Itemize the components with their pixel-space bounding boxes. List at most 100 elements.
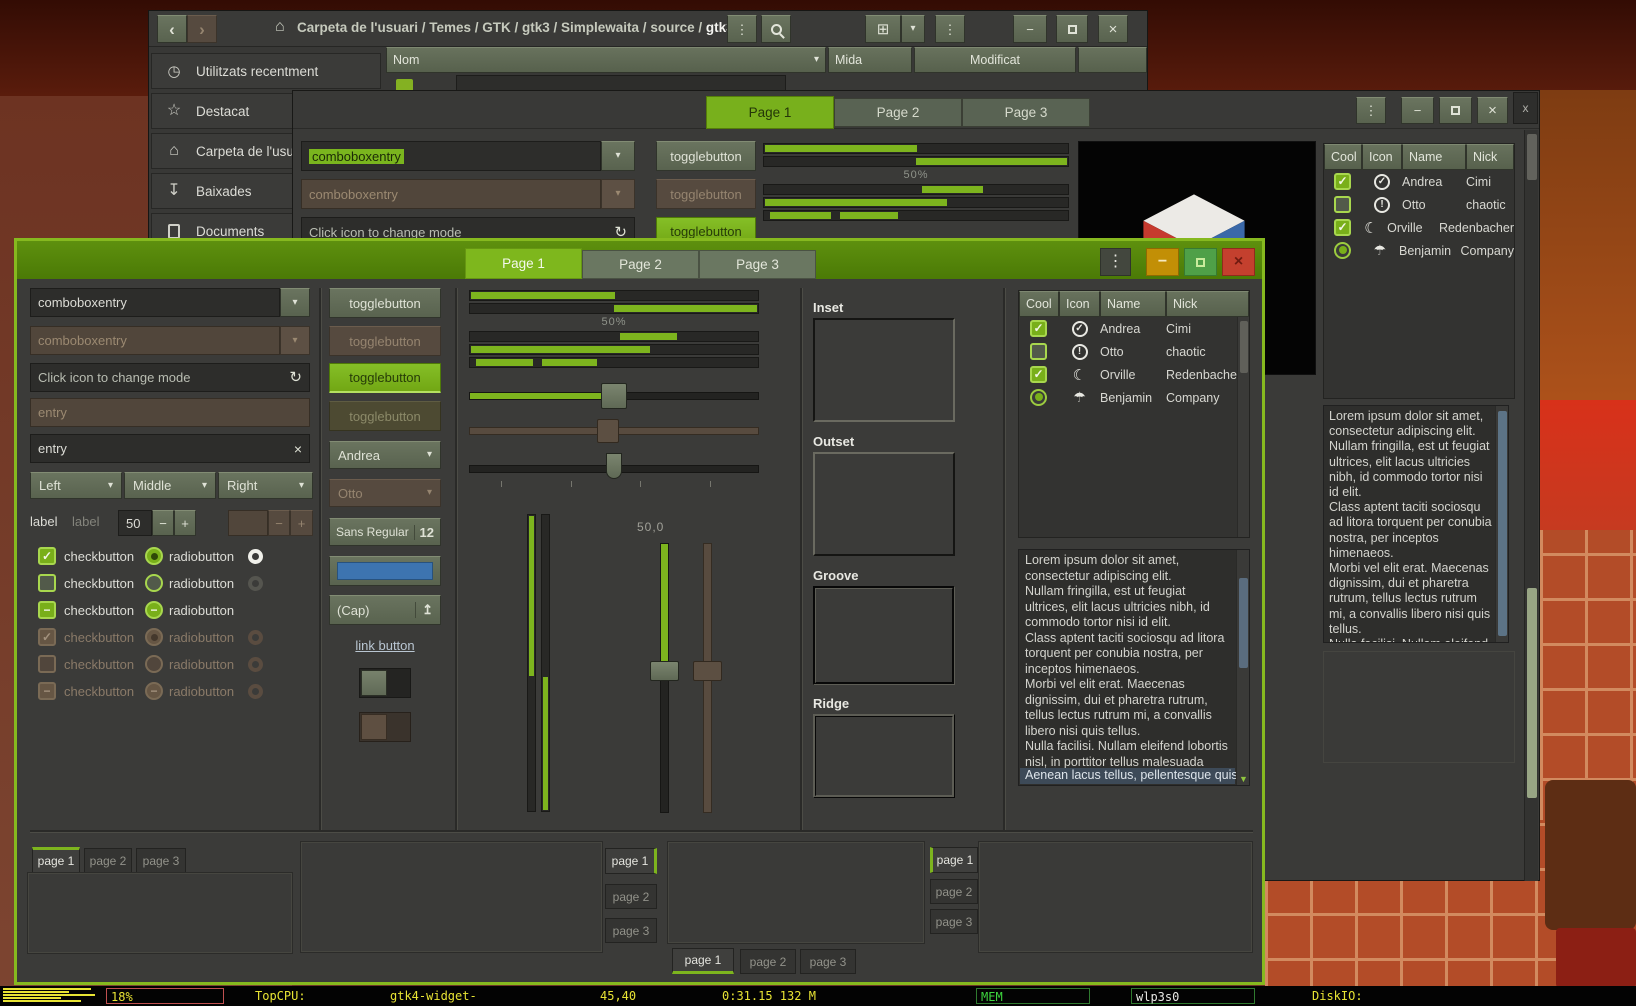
fm-column-extra[interactable] bbox=[1078, 47, 1147, 73]
taskbar-mem-box[interactable]: MEM bbox=[976, 988, 1090, 1004]
fm-more-menu-button[interactable]: ⋮ bbox=[935, 15, 965, 43]
checkbox-checked[interactable]: ✓ bbox=[38, 547, 56, 565]
fw-combo-middle[interactable]: Middle▾ bbox=[124, 472, 216, 499]
tree-header-nick[interactable]: Nick bbox=[1466, 144, 1514, 170]
scrollbar-thumb[interactable] bbox=[1527, 588, 1537, 798]
sidebar-item-recent[interactable]: ◷ Utilitzats recentment bbox=[151, 53, 381, 89]
tree-header-cool[interactable]: Cool bbox=[1324, 144, 1362, 170]
tree-row[interactable]: ✓ ✓ Andrea Cimi bbox=[1324, 170, 1514, 193]
spin-minus-button[interactable]: − bbox=[152, 510, 174, 536]
radiobutton-label[interactable]: radiobutton bbox=[169, 603, 234, 618]
fm-search-button[interactable] bbox=[761, 15, 791, 43]
fw-mode-entry[interactable]: Click icon to change mode ↻ bbox=[30, 363, 310, 392]
fm-minimize-button[interactable]: − bbox=[1013, 15, 1047, 43]
checkbox-checked[interactable]: ✓ bbox=[1334, 219, 1351, 236]
notebook1-tab-page3[interactable]: page 3 bbox=[136, 848, 186, 873]
fm-menu-button[interactable]: ⋮ bbox=[727, 15, 757, 43]
fw-file-chooser-button[interactable]: (Cap) ↥ bbox=[329, 595, 441, 625]
notebook2-tab-page2[interactable]: page 2 bbox=[605, 884, 657, 909]
tree-row[interactable]: ✓ ☾ Orville Redenbacher bbox=[1019, 363, 1249, 386]
notebook3-tab-page2[interactable]: page 2 bbox=[740, 949, 796, 974]
combobox-dropdown[interactable]: ▾ bbox=[601, 141, 635, 171]
notebook1-tab-page2[interactable]: page 2 bbox=[84, 848, 132, 873]
tree-row[interactable]: ✓ ! Otto chaotic bbox=[1019, 340, 1249, 363]
fw-tab-page1[interactable]: Page 1 bbox=[465, 248, 582, 279]
notebook4-tab-page2[interactable]: page 2 bbox=[930, 879, 978, 904]
checkbutton-label[interactable]: checkbutton bbox=[64, 576, 134, 591]
notebook1-tab-page1[interactable]: page 1 bbox=[32, 847, 80, 873]
notebook3-tab-page1[interactable]: page 1 bbox=[672, 948, 734, 974]
scroll-down-icon[interactable]: ▼ bbox=[1239, 774, 1248, 784]
checkbox-checked[interactable]: ✓ bbox=[1030, 366, 1047, 383]
notebook2-tab-page1[interactable]: page 1 bbox=[605, 848, 657, 874]
fw-combo-left[interactable]: Left▾ bbox=[30, 472, 122, 499]
fw-togglebutton-3[interactable]: togglebutton bbox=[329, 363, 441, 393]
bgw-tab-page2[interactable]: Page 2 bbox=[834, 98, 962, 127]
fw-color-button[interactable] bbox=[329, 556, 441, 586]
fm-column-modified[interactable]: Modificat bbox=[914, 47, 1076, 73]
fw-minimize-button[interactable]: − bbox=[1146, 248, 1179, 276]
fw-tab-page2[interactable]: Page 2 bbox=[582, 250, 699, 279]
checkbox-indeterminate[interactable]: − bbox=[38, 601, 56, 619]
checkbutton-label[interactable]: checkbutton bbox=[64, 603, 134, 618]
radio-selected[interactable] bbox=[1334, 242, 1351, 259]
breadcrumb[interactable]: Carpeta de l'usuari / Temes / GTK / gtk3… bbox=[297, 20, 734, 35]
radio-indicator-on[interactable] bbox=[248, 549, 263, 564]
checkbox-unchecked[interactable]: ✓ bbox=[1030, 343, 1047, 360]
checkbox-checked[interactable]: ✓ bbox=[1334, 173, 1351, 190]
scale-pin-handle[interactable] bbox=[606, 453, 622, 479]
tree-header-nick[interactable]: Nick bbox=[1166, 291, 1249, 317]
fw-switch-off[interactable] bbox=[359, 668, 411, 698]
scrollbar-thumb[interactable] bbox=[1239, 578, 1248, 668]
taskbar-cpu-box[interactable]: 18% bbox=[106, 988, 224, 1004]
fw-name-combo[interactable]: Andrea▾ bbox=[329, 441, 441, 469]
tree-row[interactable]: ✓ ☾ Orville Redenbacher bbox=[1324, 216, 1514, 239]
scrollbar-thumb[interactable] bbox=[1498, 411, 1507, 636]
refresh-icon[interactable]: ↻ bbox=[289, 370, 302, 385]
fw-vertical-scale-1[interactable] bbox=[650, 543, 679, 813]
tree-scrollbar[interactable] bbox=[1237, 317, 1249, 537]
tree-row[interactable]: ☂ Benjamin Company bbox=[1019, 386, 1249, 409]
fm-column-name[interactable]: Nom▾ bbox=[386, 47, 826, 73]
tree-row[interactable]: ✓ ✓ Andrea Cimi bbox=[1019, 317, 1249, 340]
bgw-tab-page3[interactable]: Page 3 bbox=[962, 98, 1090, 127]
bgw-minimize-button[interactable]: − bbox=[1401, 97, 1434, 124]
bgw-menu-button[interactable]: ⋮ bbox=[1356, 97, 1386, 124]
checkbutton-label[interactable]: checkbutton bbox=[64, 549, 134, 564]
textview-scrollbar[interactable] bbox=[1495, 406, 1508, 642]
fw-scale-1[interactable] bbox=[469, 381, 759, 411]
bgw-togglebutton-1[interactable]: togglebutton bbox=[656, 141, 756, 171]
fw-link-button[interactable]: link button bbox=[329, 638, 441, 653]
fm-maximize-button[interactable] bbox=[1056, 15, 1088, 43]
bgw-tab-page1[interactable]: Page 1 bbox=[706, 96, 834, 129]
fw-spinbutton[interactable]: 50 − + bbox=[118, 510, 196, 536]
fm-close-button[interactable]: × bbox=[1098, 15, 1128, 43]
back-button[interactable]: ‹ bbox=[157, 15, 187, 43]
fw-scale-3-marks[interactable] bbox=[469, 453, 759, 489]
scrollbar-thumb[interactable] bbox=[1527, 134, 1537, 180]
notebook4-tab-page3[interactable]: page 3 bbox=[930, 909, 978, 934]
fw-togglebutton-1[interactable]: togglebutton bbox=[329, 288, 441, 318]
fw-close-button[interactable]: × bbox=[1222, 248, 1255, 276]
radio-unselected[interactable] bbox=[145, 574, 163, 592]
notebook4-tab-page1[interactable]: page 1 bbox=[930, 847, 978, 873]
spin-plus-button[interactable]: + bbox=[174, 510, 196, 536]
bgw-scrollbar[interactable] bbox=[1524, 130, 1538, 881]
radiobutton-label[interactable]: radiobutton bbox=[169, 576, 234, 591]
bgw-maximize-button[interactable] bbox=[1439, 97, 1472, 124]
tree-header-name[interactable]: Name bbox=[1100, 291, 1166, 317]
bgw-comboboxentry[interactable]: comboboxentry ▾ bbox=[301, 141, 635, 171]
fw-menu-button[interactable]: ⋮ bbox=[1100, 248, 1131, 276]
notebook3-tab-page3[interactable]: page 3 bbox=[800, 949, 856, 974]
checkbox-unchecked[interactable]: ✓ bbox=[38, 574, 56, 592]
clear-icon[interactable]: × bbox=[294, 442, 302, 456]
tree-row[interactable]: ✓ ! Otto chaotic bbox=[1324, 193, 1514, 216]
switch-knob[interactable] bbox=[361, 670, 387, 696]
scrollbar-thumb[interactable] bbox=[1240, 321, 1248, 373]
fm-column-size[interactable]: Mida bbox=[828, 47, 912, 73]
taskbar-net-box[interactable]: wlp3s0 bbox=[1131, 988, 1255, 1004]
tree-header-cool[interactable]: Cool bbox=[1019, 291, 1059, 317]
radio-selected[interactable] bbox=[1030, 389, 1047, 406]
combobox-dropdown[interactable]: ▾ bbox=[280, 288, 310, 317]
fw-tab-page3[interactable]: Page 3 bbox=[699, 250, 816, 279]
